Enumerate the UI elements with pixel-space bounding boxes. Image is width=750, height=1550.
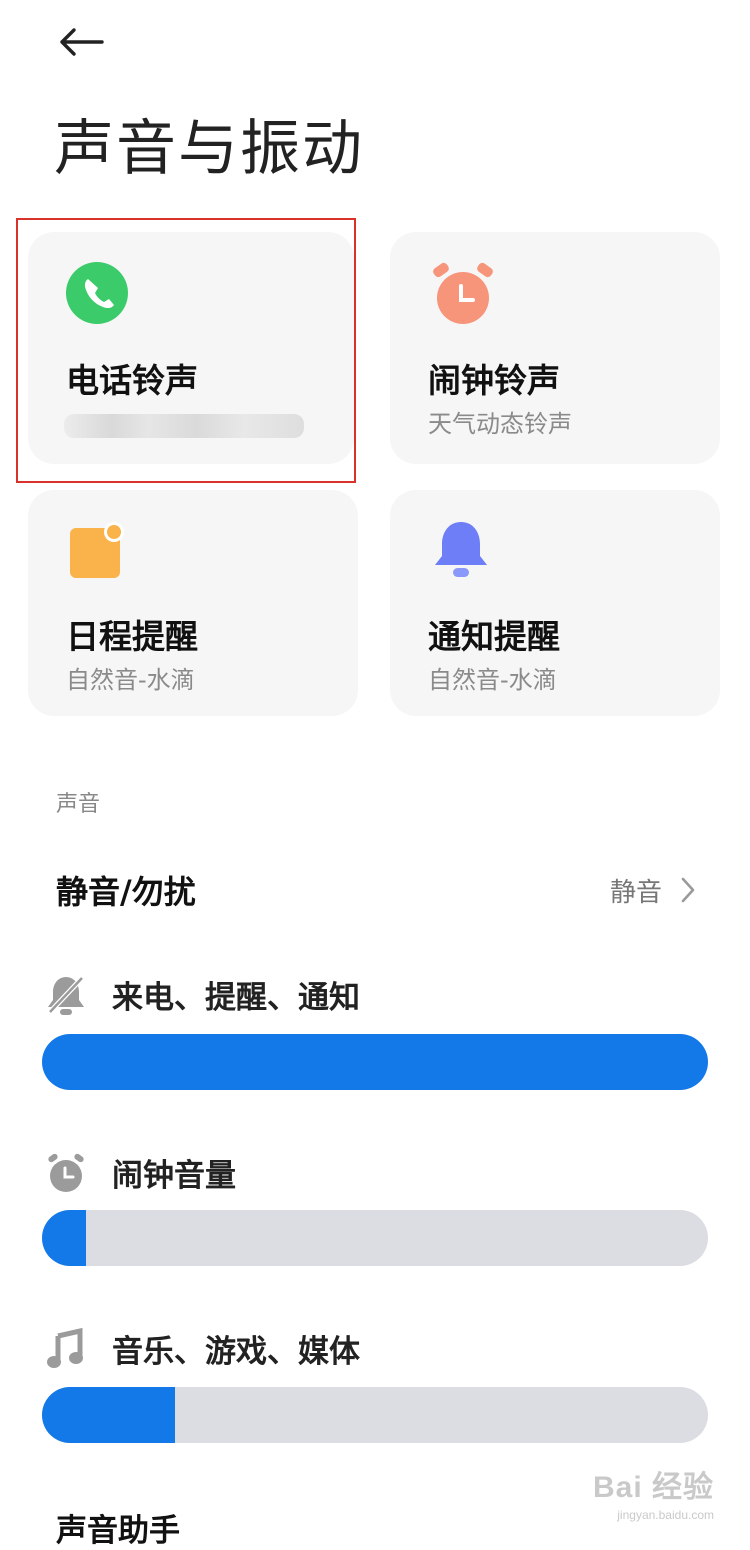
section-title-sound-assistant: 声音助手 [56, 1513, 180, 1549]
watermark-main: Bai 经验 [592, 1471, 714, 1504]
watermark-logo: Bai 经验 jingyan.baidu.com [564, 1462, 714, 1522]
chevron-right-icon [681, 877, 695, 903]
mute-dnd-row[interactable]: 静音/勿扰 静音 [56, 860, 696, 920]
card-notification-reminder[interactable]: 通知提醒 自然音-水滴 [390, 490, 720, 716]
volume-slider-alarm[interactable] [42, 1210, 708, 1266]
volume-label: 闹钟音量 [112, 1158, 236, 1194]
volume-slider-media[interactable] [42, 1387, 708, 1443]
bell-icon [435, 522, 487, 577]
card-sublabel: 天气动态铃声 [428, 410, 572, 438]
back-button[interactable] [52, 18, 110, 66]
back-arrow-icon [60, 28, 104, 56]
volume-label: 音乐、游戏、媒体 [112, 1334, 360, 1370]
section-header-sound: 声音 [56, 792, 101, 817]
card-label: 通知提醒 [428, 617, 560, 656]
card-label: 日程提醒 [66, 617, 198, 656]
mute-dnd-label: 静音/勿扰 [56, 873, 196, 911]
alarm-clock-icon [433, 262, 493, 324]
card-alarm-ringtone[interactable]: 闹钟铃声 天气动态铃声 [390, 232, 720, 464]
calendar-icon [70, 522, 124, 578]
alarm-clock-icon [48, 1153, 84, 1192]
music-note-icon [47, 1327, 83, 1368]
bell-muted-icon [48, 975, 84, 1015]
volume-slider-fill [42, 1210, 86, 1266]
selection-highlight [16, 218, 356, 483]
volume-slider-fill [42, 1034, 708, 1090]
volume-row-media: 音乐、游戏、媒体 [46, 1326, 360, 1371]
volume-row-ring: 来电、提醒、通知 [46, 972, 360, 1017]
volume-slider-fill [42, 1387, 176, 1443]
volume-row-alarm: 闹钟音量 [46, 1150, 236, 1195]
card-sublabel: 自然音-水滴 [66, 666, 195, 694]
card-sublabel: 自然音-水滴 [428, 666, 557, 694]
volume-label: 来电、提醒、通知 [112, 980, 360, 1016]
page-title: 声音与振动 [54, 114, 364, 184]
watermark-sub: jingyan.baidu.com [617, 1508, 714, 1522]
card-label: 闹钟铃声 [428, 361, 560, 400]
card-calendar-reminder[interactable]: 日程提醒 自然音-水滴 [28, 490, 358, 716]
mute-dnd-value: 静音 [609, 877, 662, 908]
volume-slider-ring[interactable] [42, 1034, 708, 1090]
